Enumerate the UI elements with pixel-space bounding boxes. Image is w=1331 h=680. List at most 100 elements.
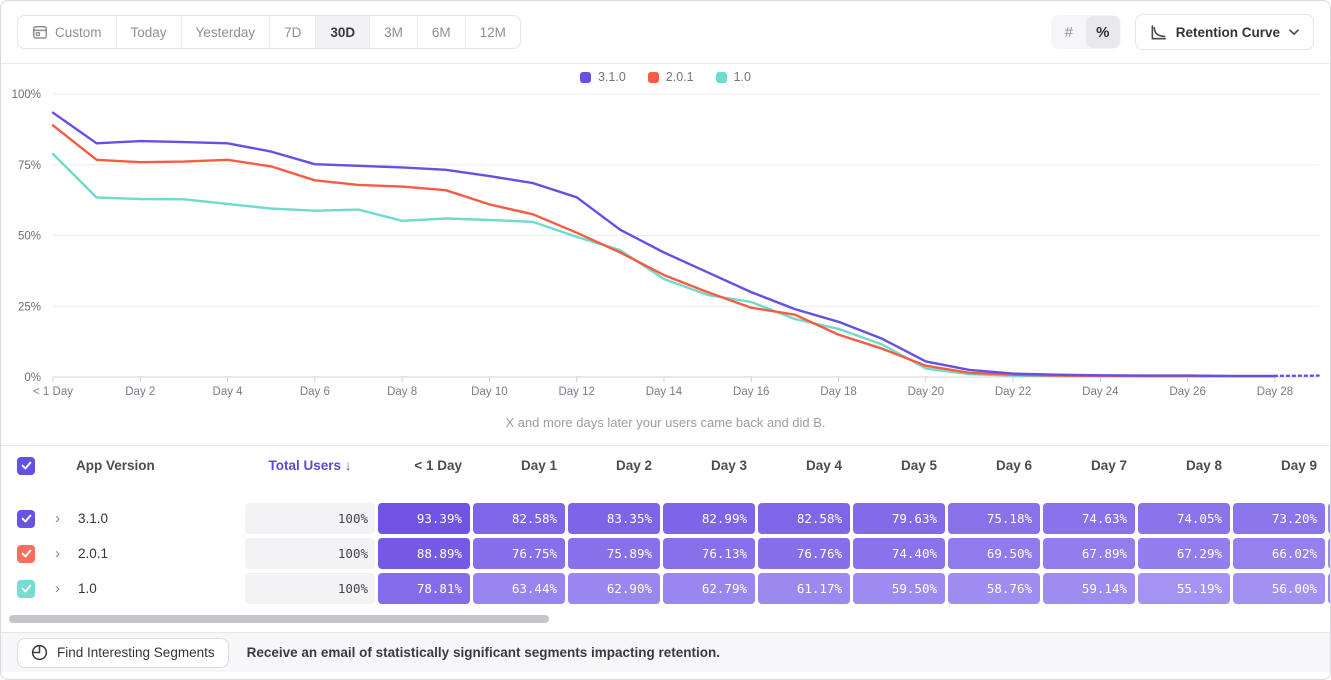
retention-cell[interactable]: 82.58% bbox=[758, 503, 850, 534]
format-absolute-button[interactable]: # bbox=[1052, 16, 1086, 48]
retention-cell[interactable]: 74.05% bbox=[1138, 503, 1230, 534]
check-icon bbox=[21, 583, 32, 594]
total-users-cell[interactable]: 100% bbox=[245, 538, 375, 569]
retention-cell[interactable]: 75.89% bbox=[568, 538, 660, 569]
series-line-2.0.1[interactable] bbox=[53, 125, 1275, 376]
retention-cell[interactable]: 69.50% bbox=[948, 538, 1040, 569]
date-range-12m[interactable]: 12M bbox=[465, 16, 520, 48]
column-header-day-1[interactable]: Day 1 bbox=[473, 458, 565, 473]
retention-cell[interactable]: 76.75% bbox=[473, 538, 565, 569]
chart-type-label: Retention Curve bbox=[1176, 25, 1280, 40]
x-axis-label: Day 12 bbox=[558, 386, 594, 398]
row-checkbox[interactable] bbox=[17, 545, 35, 563]
toolbar: CustomTodayYesterday7D30D3M6M12M #% Rete… bbox=[1, 1, 1330, 64]
segments-icon bbox=[31, 644, 48, 661]
select-all-checkbox[interactable] bbox=[17, 457, 35, 475]
column-header-app-version[interactable]: App Version bbox=[47, 458, 245, 473]
retention-cell[interactable]: 62.79% bbox=[663, 573, 755, 604]
horizontal-scroll-thumb[interactable] bbox=[9, 615, 549, 623]
legend-swatch bbox=[648, 72, 659, 83]
chart-type-dropdown[interactable]: Retention Curve bbox=[1135, 14, 1314, 50]
retention-cell[interactable]: 74.40% bbox=[853, 538, 945, 569]
retention-cell[interactable]: 78.81% bbox=[378, 573, 470, 604]
retention-cell[interactable]: 56.00% bbox=[1233, 573, 1325, 604]
x-axis-label: < 1 Day bbox=[33, 386, 73, 398]
table-row-3.1.0: ›3.1.0100%93.39%82.58%83.35%82.99%82.58%… bbox=[1, 501, 1331, 536]
expand-row-icon[interactable]: › bbox=[55, 546, 69, 561]
total-users-cell[interactable]: 100% bbox=[245, 573, 375, 604]
x-axis-label: Day 24 bbox=[1082, 386, 1119, 398]
retention-cell[interactable]: 82.58% bbox=[473, 503, 565, 534]
column-header-day-7[interactable]: Day 7 bbox=[1043, 458, 1135, 473]
series-line-3.1.0[interactable] bbox=[53, 113, 1275, 376]
retention-cell[interactable]: 88.89% bbox=[378, 538, 470, 569]
row-checkbox[interactable] bbox=[17, 510, 35, 528]
date-range-7d[interactable]: 7D bbox=[269, 16, 315, 48]
retention-cell[interactable]: 76.76% bbox=[758, 538, 850, 569]
column-header-total-users[interactable]: Total Users ↓ bbox=[245, 458, 375, 473]
check-icon bbox=[21, 460, 32, 471]
y-axis-label: 25% bbox=[18, 301, 41, 313]
legend-swatch bbox=[580, 72, 591, 83]
retention-cell[interactable]: 67.89% bbox=[1043, 538, 1135, 569]
format-percentage-button[interactable]: % bbox=[1086, 16, 1120, 48]
retention-cell[interactable]: 93.39% bbox=[378, 503, 470, 534]
legend-label: 2.0.1 bbox=[666, 70, 694, 84]
retention-cell[interactable]: 55.19% bbox=[1138, 573, 1230, 604]
retention-cell[interactable]: 66.02% bbox=[1233, 538, 1325, 569]
chart-caption: X and more days later your users came ba… bbox=[1, 415, 1330, 431]
column-header-day-6[interactable]: Day 6 bbox=[948, 458, 1040, 473]
toolbar-right: #% Retention Curve bbox=[1051, 14, 1314, 50]
retention-cell[interactable]: 76.13% bbox=[663, 538, 755, 569]
legend-item[interactable]: 1.0 bbox=[716, 70, 751, 84]
footer-bar: Find Interesting Segments Receive an ema… bbox=[1, 632, 1330, 672]
retention-cell[interactable]: 82.99% bbox=[663, 503, 755, 534]
row-checkbox[interactable] bbox=[17, 580, 35, 598]
retention-chart[interactable]: < 1 DayDay 2Day 4Day 6Day 8Day 10Day 12D… bbox=[1, 87, 1331, 403]
x-axis-label: Day 22 bbox=[995, 386, 1031, 398]
column-header-day-8[interactable]: Day 8 bbox=[1138, 458, 1230, 473]
retention-cell[interactable]: 73.20% bbox=[1233, 503, 1325, 534]
retention-cell[interactable]: 61.17% bbox=[758, 573, 850, 604]
retention-cell[interactable]: 83.35% bbox=[568, 503, 660, 534]
retention-cell[interactable]: 67.29% bbox=[1138, 538, 1230, 569]
legend-item[interactable]: 2.0.1 bbox=[648, 70, 694, 84]
retention-cell[interactable]: 63.44% bbox=[473, 573, 565, 604]
chevron-down-icon bbox=[1289, 29, 1299, 36]
x-axis-label: Day 28 bbox=[1257, 386, 1293, 398]
find-interesting-segments-button[interactable]: Find Interesting Segments bbox=[17, 638, 229, 668]
total-users-cell[interactable]: 100% bbox=[245, 503, 375, 534]
check-icon bbox=[21, 548, 32, 559]
retention-cell[interactable]: 62.90% bbox=[568, 573, 660, 604]
date-range-custom[interactable]: Custom bbox=[18, 16, 116, 48]
retention-cell[interactable]: 75.18% bbox=[948, 503, 1040, 534]
column-header-day-9[interactable]: Day 9 bbox=[1233, 458, 1325, 473]
retention-cell[interactable]: 59.50% bbox=[853, 573, 945, 604]
date-range-group: CustomTodayYesterday7D30D3M6M12M bbox=[17, 15, 521, 49]
column-header-day-2[interactable]: Day 2 bbox=[568, 458, 660, 473]
legend-item[interactable]: 3.1.0 bbox=[580, 70, 626, 84]
column-header--1-day[interactable]: < 1 Day bbox=[378, 458, 470, 473]
date-range-6m[interactable]: 6M bbox=[417, 16, 465, 48]
date-range-today[interactable]: Today bbox=[116, 16, 181, 48]
x-axis-label: Day 16 bbox=[733, 386, 769, 398]
date-range-3m[interactable]: 3M bbox=[369, 16, 417, 48]
retention-cell[interactable]: 59.14% bbox=[1043, 573, 1135, 604]
expand-row-icon[interactable]: › bbox=[55, 581, 69, 596]
table-header-row: App Version Total Users ↓ < 1 DayDay 1Da… bbox=[1, 445, 1331, 485]
date-range-yesterday[interactable]: Yesterday bbox=[181, 16, 270, 48]
column-header-day-4[interactable]: Day 4 bbox=[758, 458, 850, 473]
retention-cell[interactable]: 74.63% bbox=[1043, 503, 1135, 534]
column-header-day-3[interactable]: Day 3 bbox=[663, 458, 755, 473]
x-axis-label: Day 26 bbox=[1169, 386, 1205, 398]
column-header-day-5[interactable]: Day 5 bbox=[853, 458, 945, 473]
horizontal-scroll-track[interactable] bbox=[1, 606, 1330, 632]
x-axis-label: Day 18 bbox=[820, 386, 856, 398]
date-range-30d[interactable]: 30D bbox=[315, 16, 369, 48]
retention-cell[interactable]: 79.63% bbox=[853, 503, 945, 534]
footer-message: Receive an email of statistically signif… bbox=[247, 645, 720, 660]
x-axis-label: Day 4 bbox=[213, 386, 244, 398]
expand-row-icon[interactable]: › bbox=[55, 511, 69, 526]
series-line-1.0[interactable] bbox=[53, 154, 1275, 376]
retention-cell[interactable]: 58.76% bbox=[948, 573, 1040, 604]
